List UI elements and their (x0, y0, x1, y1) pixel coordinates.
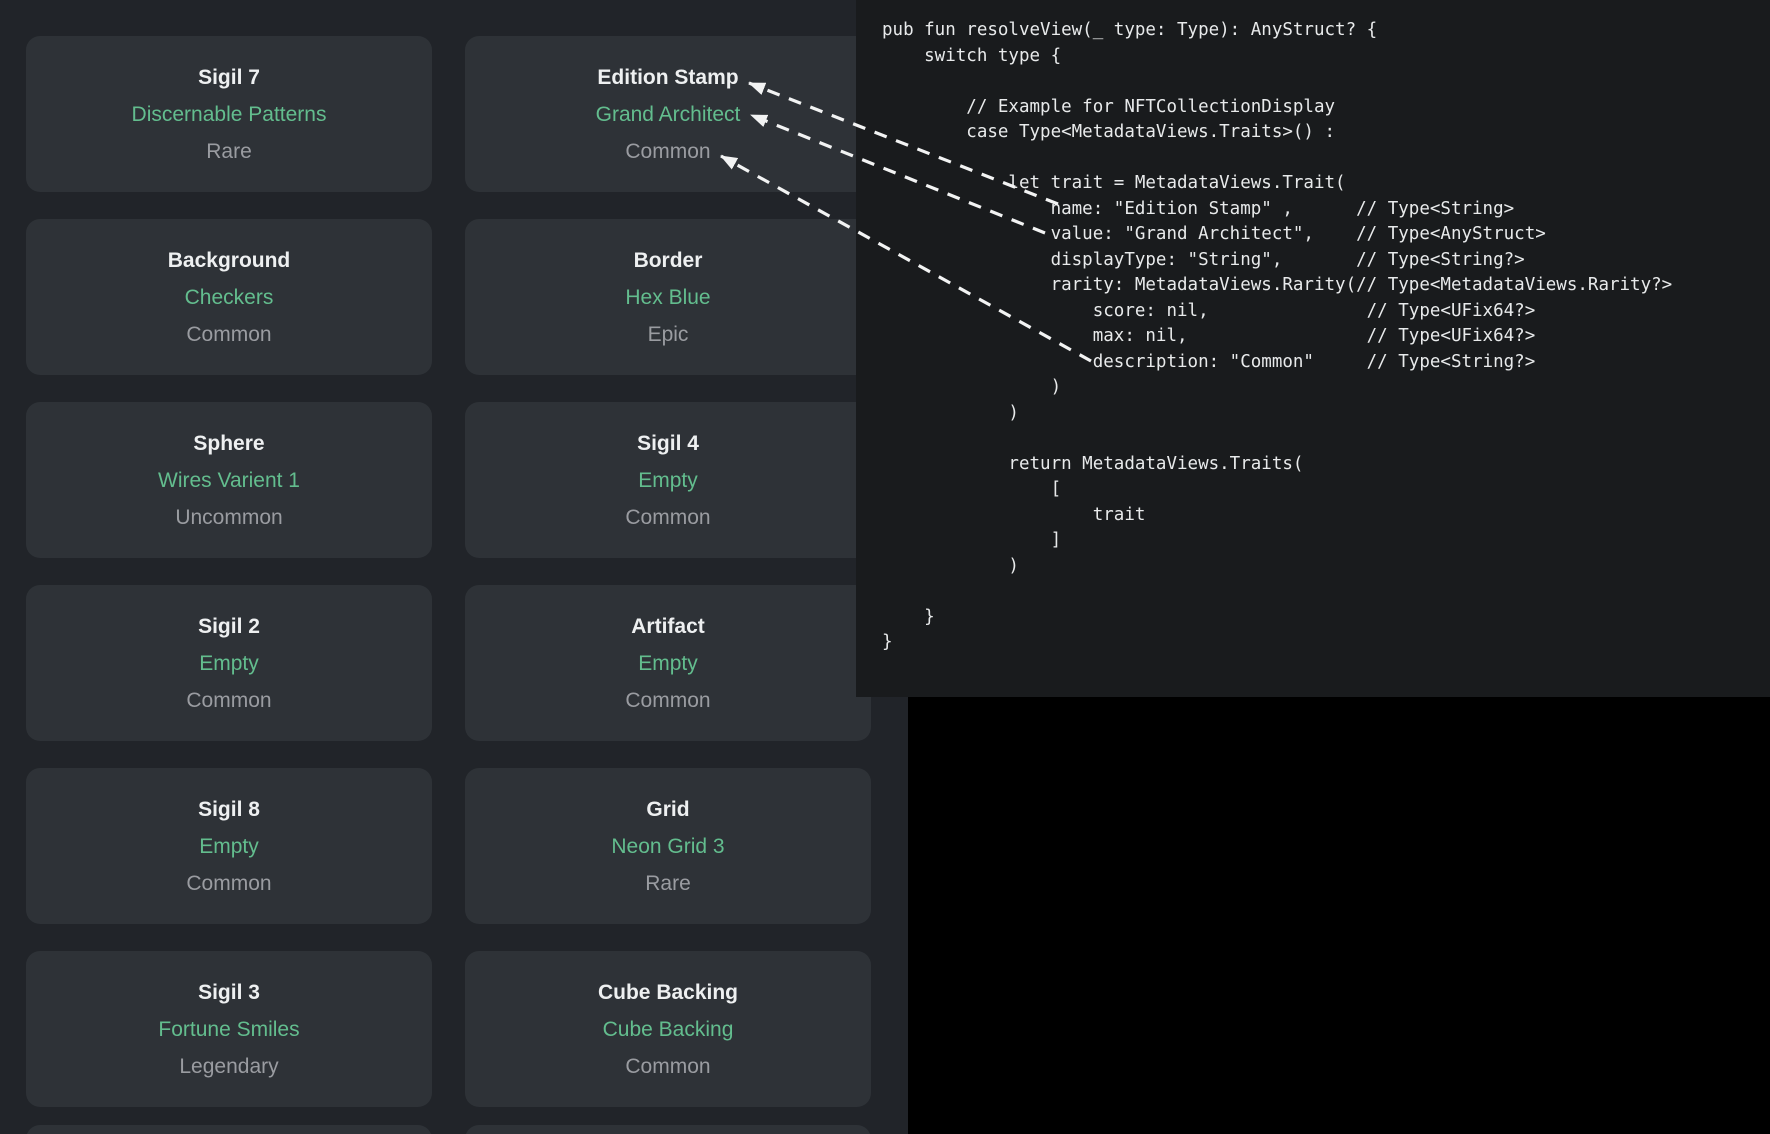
trait-card-sigil-8: Sigil 8 Empty Common (26, 768, 432, 924)
trait-value: Grand Architect (596, 96, 741, 133)
code-panel: pub fun resolveView(_ type: Type): AnySt… (856, 0, 1770, 697)
trait-value: Cube Backing (603, 1011, 734, 1048)
trait-name: Border (634, 242, 703, 279)
trait-name: Sigil 8 (198, 791, 260, 828)
trait-value: Wires Varient 1 (158, 462, 300, 499)
trait-card-background: Background Checkers Common (26, 219, 432, 375)
trait-rarity: Common (625, 1048, 710, 1085)
trait-rarity: Common (625, 682, 710, 719)
trait-card-edition-stamp: Edition Stamp Grand Architect Common (465, 36, 871, 192)
trait-card-border: Border Hex Blue Epic (465, 219, 871, 375)
trait-value: Empty (638, 645, 698, 682)
partial-trait-card (26, 1125, 432, 1134)
trait-rarity: Uncommon (175, 499, 282, 536)
trait-value: Empty (638, 462, 698, 499)
trait-rarity: Legendary (179, 1048, 278, 1085)
trait-name: Edition Stamp (597, 59, 738, 96)
trait-card-sigil-3: Sigil 3 Fortune Smiles Legendary (26, 951, 432, 1107)
trait-card-artifact: Artifact Empty Common (465, 585, 871, 741)
trait-name: Artifact (631, 608, 705, 645)
trait-card-sphere: Sphere Wires Varient 1 Uncommon (26, 402, 432, 558)
trait-value: Fortune Smiles (158, 1011, 299, 1048)
trait-value: Hex Blue (625, 279, 710, 316)
code-snippet: pub fun resolveView(_ type: Type): AnySt… (856, 0, 1770, 656)
trait-name: Sigil 2 (198, 608, 260, 645)
trait-card-sigil-4: Sigil 4 Empty Common (465, 402, 871, 558)
trait-card-sigil-7: Sigil 7 Discernable Patterns Rare (26, 36, 432, 192)
trait-value: Checkers (185, 279, 274, 316)
trait-rarity: Epic (648, 316, 689, 353)
traits-grid: Sigil 7 Discernable Patterns Rare Editio… (26, 36, 871, 1107)
trait-name: Grid (646, 791, 689, 828)
page: Sigil 7 Discernable Patterns Rare Editio… (0, 0, 1770, 1134)
trait-name: Sigil 4 (637, 425, 699, 462)
partial-trait-card (465, 1125, 871, 1134)
trait-card-cube-backing: Cube Backing Cube Backing Common (465, 951, 871, 1107)
trait-name: Cube Backing (598, 974, 738, 1011)
trait-rarity: Common (625, 133, 710, 170)
trait-name: Sphere (193, 425, 264, 462)
trait-name: Sigil 3 (198, 974, 260, 1011)
trait-card-grid: Grid Neon Grid 3 Rare (465, 768, 871, 924)
trait-value: Empty (199, 828, 259, 865)
trait-name: Background (168, 242, 291, 279)
trait-name: Sigil 7 (198, 59, 260, 96)
trait-rarity: Common (625, 499, 710, 536)
trait-rarity: Rare (645, 865, 691, 902)
trait-rarity: Rare (206, 133, 252, 170)
traits-panel: Sigil 7 Discernable Patterns Rare Editio… (0, 0, 908, 1134)
trait-value: Discernable Patterns (132, 96, 327, 133)
trait-rarity: Common (186, 316, 271, 353)
trait-rarity: Common (186, 682, 271, 719)
trait-value: Empty (199, 645, 259, 682)
trait-rarity: Common (186, 865, 271, 902)
trait-value: Neon Grid 3 (611, 828, 724, 865)
trait-card-sigil-2: Sigil 2 Empty Common (26, 585, 432, 741)
